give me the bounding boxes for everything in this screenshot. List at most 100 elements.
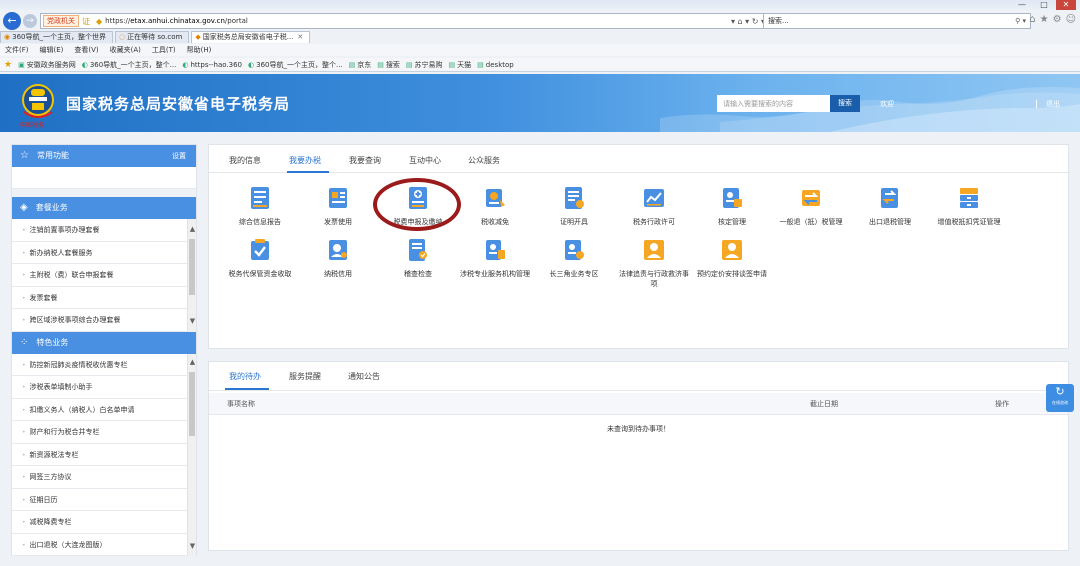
service-item[interactable]: 核定管理 bbox=[694, 186, 770, 227]
favorite-link[interactable]: ▤ 苏宁易购 bbox=[406, 58, 443, 71]
menu-help[interactable]: 帮助(H) bbox=[187, 44, 212, 56]
menu-edit[interactable]: 编辑(E) bbox=[40, 44, 64, 56]
star-outline-icon: ☆ bbox=[20, 150, 29, 161]
sidebar-item[interactable]: 涉税表单填制小助手 bbox=[12, 376, 196, 399]
service-label: 核定管理 bbox=[718, 218, 746, 226]
todo-table-header: 事项名称 截止日期 操作 bbox=[209, 393, 1068, 415]
menu-view[interactable]: 查看(V) bbox=[74, 44, 98, 56]
scroll-thumb[interactable] bbox=[189, 239, 195, 295]
sidebar-item[interactable]: 发票套餐 bbox=[12, 287, 196, 309]
service-item[interactable]: 税收减免 bbox=[457, 186, 533, 227]
service-item[interactable]: 税务行政许可 bbox=[616, 186, 692, 227]
package-business-header[interactable]: ◈ 套餐业务 bbox=[12, 197, 196, 219]
tab-query[interactable]: 我要查询 bbox=[349, 155, 381, 166]
service-item[interactable]: 增值税抵扣凭证管理 bbox=[931, 186, 1007, 227]
sidebar-item[interactable]: 财产和行为税合并专栏 bbox=[12, 421, 196, 444]
minimize-button[interactable]: — bbox=[1012, 0, 1032, 10]
service-item[interactable]: 涉税专业服务机构管理 bbox=[457, 238, 533, 279]
sidebar-item[interactable]: 网签三方协议 bbox=[12, 466, 196, 489]
window-titlebar bbox=[0, 0, 1080, 10]
special-business-header[interactable]: ⁘ 特色业务 bbox=[12, 331, 196, 354]
special-scrollbar[interactable]: ▲ ▼ bbox=[187, 353, 197, 556]
bookmark-icon: ▤ bbox=[377, 61, 384, 69]
favorite-link[interactable]: ▤ desktop bbox=[477, 58, 514, 71]
menu-favorites[interactable]: 收藏夹(A) bbox=[110, 44, 141, 56]
browser-tab-active[interactable]: ◆ 国家税务总局安徽省电子税... ✕ bbox=[191, 31, 311, 43]
maximize-button[interactable]: □ bbox=[1034, 0, 1054, 10]
service-item[interactable]: 发票使用 bbox=[300, 186, 376, 227]
browser-search-box[interactable]: 搜索... ⚲ ▾ bbox=[763, 13, 1031, 29]
settings-link[interactable]: 设置 bbox=[172, 145, 186, 167]
sidebar-item[interactable]: 新办纳税人套餐服务 bbox=[12, 242, 196, 264]
bookmark-icon: ◐ bbox=[182, 61, 189, 69]
address-bar[interactable]: 党政机关 证 ◆ https://etax.anhui.chinatax.gov… bbox=[40, 13, 770, 29]
scroll-down-icon[interactable]: ▼ bbox=[188, 317, 197, 326]
site-category-tag: 党政机关 bbox=[43, 15, 79, 27]
scroll-thumb[interactable] bbox=[189, 371, 195, 436]
search-icon[interactable]: ⚲ ▾ bbox=[1015, 14, 1026, 28]
tab-my-info[interactable]: 我的信息 bbox=[229, 155, 261, 166]
browser-toolbar-icons: ⌂ ★ ⚙ ☺ bbox=[1029, 14, 1076, 25]
favorite-link[interactable]: ▣ 安徽政务服务网 bbox=[18, 58, 76, 71]
sidebar-item[interactable]: 注销前置事项办理套餐 bbox=[12, 219, 196, 242]
service-item[interactable]: 长三角业务专区 bbox=[536, 238, 612, 279]
favorite-link[interactable]: ▤ 天猫 bbox=[449, 58, 472, 71]
sidebar-item[interactable]: 扣缴义务人（纳税人）白名单申请 bbox=[12, 399, 196, 421]
tab-my-todo[interactable]: 我的待办 bbox=[229, 371, 261, 382]
tab-service-reminder[interactable]: 服务提醒 bbox=[289, 371, 321, 382]
browser-tab[interactable]: ◌ 正在等待 so.com bbox=[114, 31, 190, 43]
tab-notices[interactable]: 通知公告 bbox=[348, 371, 380, 382]
tab-close-icon[interactable]: ✕ bbox=[297, 33, 303, 41]
back-button[interactable]: ← bbox=[3, 12, 21, 30]
favorite-link[interactable]: ◐ 360导航_一个主页，整个... bbox=[248, 58, 343, 71]
tab-tax-handling[interactable]: 我要办税 bbox=[289, 155, 321, 166]
sidebar-item[interactable]: 新资源税法专栏 bbox=[12, 444, 196, 466]
site-search-input[interactable] bbox=[717, 95, 830, 112]
favorites-star-icon[interactable]: ★ bbox=[1040, 14, 1049, 25]
service-item[interactable]: 一般退（抵）税管理 bbox=[773, 186, 849, 227]
favorites-star-icon[interactable]: ★ bbox=[4, 58, 12, 71]
menu-tools[interactable]: 工具(T) bbox=[152, 44, 176, 56]
sidebar-item[interactable]: 减税降费专栏 bbox=[12, 511, 196, 534]
menu-file[interactable]: 文件(F) bbox=[5, 44, 29, 56]
sidebar-item[interactable]: 主附税（费）联合申报套餐 bbox=[12, 264, 196, 287]
logout-link[interactable]: 退出 bbox=[1046, 99, 1060, 109]
service-item[interactable]: 预约定价安排谈签申请 bbox=[694, 238, 770, 279]
favorite-link[interactable]: ▤ 京东 bbox=[349, 58, 372, 71]
favorite-link[interactable]: ◐ 360导航_一个主页，整个... bbox=[82, 58, 177, 71]
package-scrollbar[interactable]: ▲ ▼ bbox=[187, 219, 196, 332]
forward-button[interactable]: → bbox=[23, 14, 37, 28]
close-window-button[interactable]: ✕ bbox=[1056, 0, 1076, 10]
service-item[interactable]: 税务代保管资金收取 bbox=[222, 238, 298, 279]
favorite-link[interactable]: ▤ 搜索 bbox=[377, 58, 400, 71]
service-item[interactable]: 综合信息报告 bbox=[222, 186, 298, 227]
favorite-link[interactable]: ◐ https--hao.360 bbox=[182, 58, 242, 71]
certificate-icon: 证 bbox=[82, 16, 90, 26]
service-item[interactable]: 出口退税管理 bbox=[852, 186, 928, 227]
browser-tab[interactable]: ◉ 360导航_一个主页，整个世界 bbox=[0, 31, 113, 43]
site-search-button[interactable]: 搜索 bbox=[830, 95, 860, 112]
service-item[interactable]: 法律追责与行政救济事项 bbox=[616, 238, 692, 289]
sidebar-item[interactable]: 出口退税（大连龙图版） bbox=[12, 534, 196, 556]
service-item[interactable]: 证明开具 bbox=[536, 186, 612, 227]
gear-icon[interactable]: ⚙ bbox=[1053, 14, 1062, 25]
smiley-icon[interactable]: ☺ bbox=[1066, 14, 1076, 25]
scroll-up-icon[interactable]: ▲ bbox=[188, 225, 197, 234]
sidebar-item[interactable]: 防控新冠肺炎疫情税收优惠专栏 bbox=[12, 354, 196, 376]
sidebar-item[interactable]: 征期日历 bbox=[12, 489, 196, 511]
scroll-up-icon[interactable]: ▲ bbox=[188, 358, 197, 367]
empty-state-text: 未查询到待办事项！ bbox=[607, 425, 670, 433]
service-item[interactable]: 稽查检查 bbox=[380, 238, 456, 279]
permit-chart-icon bbox=[644, 189, 664, 207]
tab-favicon-icon: ◌ bbox=[118, 33, 126, 41]
service-label: 税务代保管资金收取 bbox=[228, 270, 292, 278]
browser-tabs: ◉ 360导航_一个主页，整个世界 ◌ 正在等待 so.com ◆ 国家税务总局安徽省… bbox=[0, 31, 312, 43]
home-icon[interactable]: ⌂ bbox=[1029, 14, 1035, 25]
online-consult-button[interactable]: ↻ 在线咨询 bbox=[1046, 384, 1074, 412]
special-business-list: 防控新冠肺炎疫情税收优惠专栏 涉税表单填制小助手 扣缴义务人（纳税人）白名单申请… bbox=[12, 353, 197, 556]
tab-interaction[interactable]: 互动中心 bbox=[409, 155, 441, 166]
sidebar-item[interactable]: 跨区域涉税事项综合办理套餐 bbox=[12, 309, 196, 332]
scroll-down-icon[interactable]: ▼ bbox=[188, 542, 197, 551]
service-item[interactable]: 纳税信用 bbox=[300, 238, 376, 279]
tab-public-service[interactable]: 公众服务 bbox=[468, 155, 500, 166]
